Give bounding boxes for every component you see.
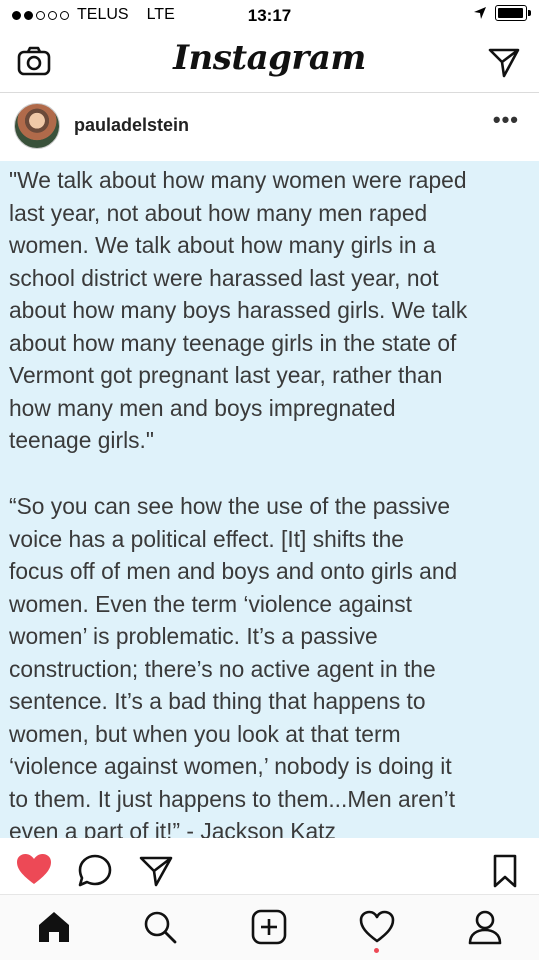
battery-icon (495, 5, 531, 21)
quote-paragraph-1: "We talk about how many women were raped… (9, 167, 468, 453)
post-username[interactable]: pauladelstein (74, 115, 189, 136)
activity-icon[interactable] (357, 907, 397, 947)
post-action-bar (0, 838, 539, 895)
share-icon[interactable] (138, 853, 174, 889)
comment-icon[interactable] (77, 853, 113, 889)
app-header: Instagram (0, 32, 539, 93)
more-options-icon[interactable]: ••• (493, 107, 519, 133)
post-header: pauladelstein ••• (0, 93, 539, 161)
avatar[interactable] (14, 103, 60, 149)
bottom-navigation (0, 895, 539, 960)
notification-dot (374, 948, 379, 953)
quote-paragraph-2: “So you can see how the use of the passi… (9, 493, 458, 838)
search-icon[interactable] (140, 907, 180, 947)
home-icon[interactable] (34, 907, 74, 947)
status-bar: TELUS LTE 13:17 (0, 0, 539, 32)
status-right (473, 5, 531, 21)
app-logo: Instagram (173, 38, 366, 78)
add-post-icon[interactable] (249, 907, 289, 947)
direct-message-icon[interactable] (487, 45, 521, 79)
bookmark-icon[interactable] (490, 853, 520, 889)
post-image[interactable]: "We talk about how many women were raped… (0, 161, 539, 838)
status-time: 13:17 (247, 6, 292, 25)
location-arrow-icon (474, 7, 486, 19)
profile-icon[interactable] (465, 907, 505, 947)
like-icon[interactable] (15, 852, 53, 886)
